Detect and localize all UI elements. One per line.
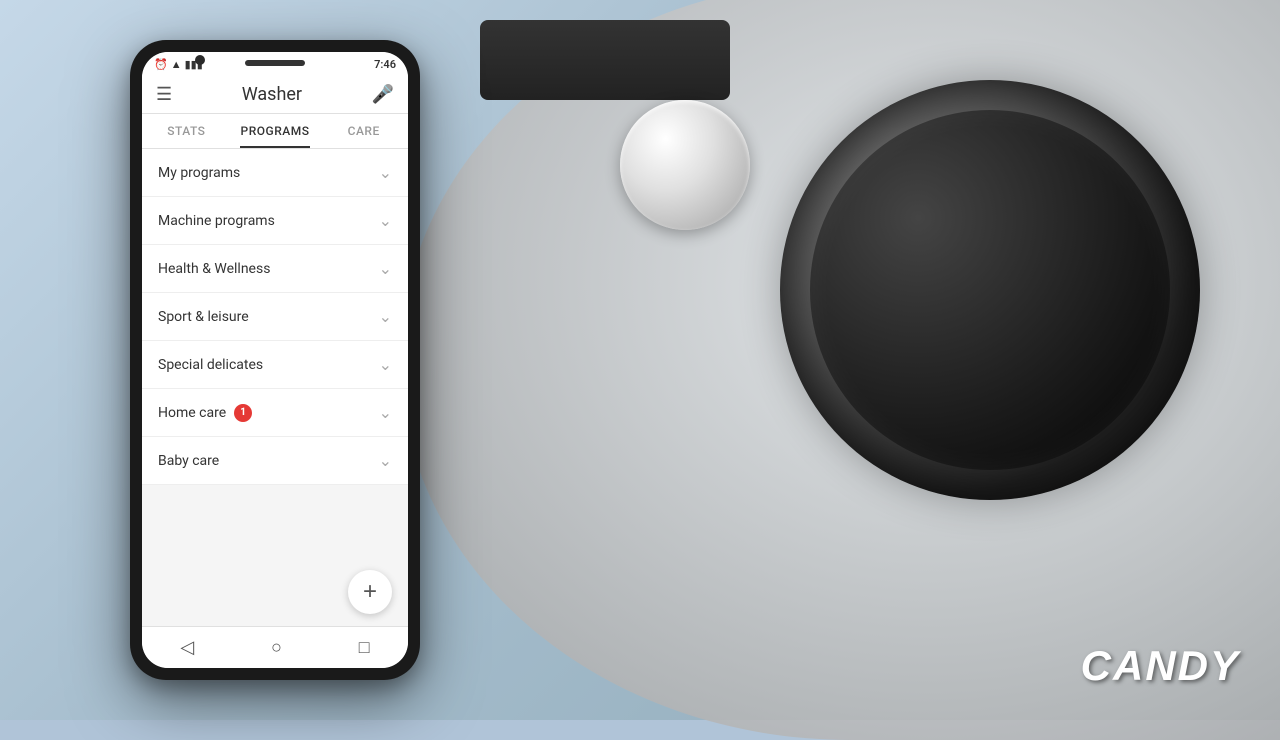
- app-title: Washer: [242, 84, 302, 105]
- status-time: 7:46: [374, 58, 396, 71]
- chevron-icon: ⌄: [379, 307, 392, 326]
- back-button[interactable]: ◁: [180, 637, 194, 658]
- phone-camera: [195, 55, 205, 65]
- mic-icon[interactable]: 🎤: [372, 84, 394, 105]
- chevron-icon: ⌄: [379, 403, 392, 422]
- chevron-icon: ⌄: [379, 211, 392, 230]
- list-item-baby-care[interactable]: Baby care ⌄: [142, 437, 408, 485]
- list-item-health-wellness[interactable]: Health & Wellness ⌄: [142, 245, 408, 293]
- programs-list: My programs ⌄ Machine programs ⌄ Health …: [142, 149, 408, 558]
- tabs-bar: STATS PROGRAMS CARE: [142, 114, 408, 149]
- phone: ⏰ ▲ ▮▮▮ 7:46 ☰ Washer 🎤 STATS PROGRAMS C…: [130, 40, 420, 680]
- list-item-home-care[interactable]: Home care 1 ⌄: [142, 389, 408, 437]
- my-programs-label: My programs: [158, 165, 240, 181]
- time-display: 7:46: [374, 58, 396, 71]
- chevron-icon: ⌄: [379, 259, 392, 278]
- list-item-special-delicates[interactable]: Special delicates ⌄: [142, 341, 408, 389]
- tab-stats[interactable]: STATS: [142, 114, 231, 148]
- chevron-icon: ⌄: [379, 163, 392, 182]
- list-item-sport-leisure[interactable]: Sport & leisure ⌄: [142, 293, 408, 341]
- chevron-icon: ⌄: [379, 451, 392, 470]
- wifi-icon: ▲: [171, 58, 182, 71]
- sport-leisure-label: Sport & leisure: [158, 309, 249, 325]
- candy-logo: CANDY: [1081, 642, 1240, 690]
- phone-screen: ⏰ ▲ ▮▮▮ 7:46 ☰ Washer 🎤 STATS PROGRAMS C…: [142, 52, 408, 668]
- tab-care[interactable]: CARE: [319, 114, 408, 148]
- home-care-badge: 1: [234, 404, 252, 422]
- home-care-label: Home care: [158, 405, 226, 421]
- machine-panel: [480, 20, 730, 100]
- list-item-machine-programs[interactable]: Machine programs ⌄: [142, 197, 408, 245]
- phone-speaker: [245, 60, 305, 66]
- health-wellness-label: Health & Wellness: [158, 261, 270, 277]
- list-item-my-programs[interactable]: My programs ⌄: [142, 149, 408, 197]
- special-delicates-label: Special delicates: [158, 357, 263, 373]
- machine-knob: [620, 100, 750, 230]
- alarm-icon: ⏰: [154, 58, 168, 71]
- add-program-button[interactable]: +: [348, 570, 392, 614]
- top-bar: ☰ Washer 🎤: [142, 76, 408, 114]
- machine-programs-label: Machine programs: [158, 213, 275, 229]
- recent-button[interactable]: □: [359, 637, 370, 658]
- menu-icon[interactable]: ☰: [156, 84, 172, 105]
- machine-door-inner: [810, 110, 1170, 470]
- chevron-icon: ⌄: [379, 355, 392, 374]
- machine-door: [780, 80, 1200, 500]
- home-button[interactable]: ○: [271, 637, 282, 658]
- baby-care-label: Baby care: [158, 453, 219, 469]
- fab-area: +: [142, 558, 408, 626]
- nav-bar: ◁ ○ □: [142, 626, 408, 668]
- tab-programs[interactable]: PROGRAMS: [231, 114, 320, 148]
